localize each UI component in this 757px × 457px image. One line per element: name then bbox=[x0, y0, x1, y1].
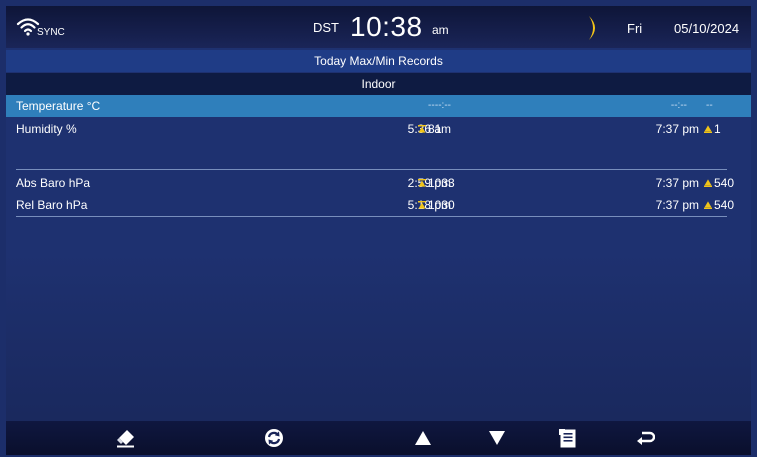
min-value: 540 bbox=[714, 176, 735, 190]
min-value: -- bbox=[706, 100, 713, 111]
clock-ampm: am bbox=[432, 23, 449, 37]
record-row-rel-baro[interactable]: Rel Baro hPa 5:18 pm 1030 7:37 pm 540 bbox=[6, 194, 751, 216]
max-value-wrap: 1030 bbox=[418, 194, 455, 216]
export-button[interactable] bbox=[557, 427, 579, 449]
sync-label: SYNC bbox=[37, 27, 65, 38]
min-time: 7:37 pm bbox=[655, 122, 699, 136]
scroll-down-button[interactable] bbox=[486, 427, 508, 449]
divider bbox=[16, 216, 727, 217]
row-label: Humidity % bbox=[16, 122, 77, 136]
max-time: --:-- bbox=[434, 100, 451, 111]
min-value-wrap: 540 bbox=[704, 194, 734, 216]
weather-console-screen: SYNC DST 10:38 am Fri 05/10/2024 Today M… bbox=[6, 6, 751, 455]
row-label: Rel Baro hPa bbox=[16, 198, 88, 212]
arrow-down-icon bbox=[489, 431, 505, 445]
eraser-icon bbox=[117, 430, 134, 448]
clock-time: 10:38 bbox=[350, 11, 423, 42]
page-title: Today Max/Min Records bbox=[6, 50, 751, 72]
row-label: Temperature °C bbox=[16, 99, 101, 113]
record-row-temperature[interactable]: Temperature °C --:-- -- --:-- -- bbox=[6, 95, 751, 117]
return-icon bbox=[637, 431, 655, 445]
divider bbox=[16, 169, 727, 170]
moon-phase-icon bbox=[589, 16, 595, 40]
min-arrow-icon bbox=[704, 179, 712, 187]
arrow-up-icon bbox=[415, 431, 431, 445]
min-value: 1 bbox=[714, 122, 721, 136]
max-arrow-icon bbox=[418, 125, 426, 133]
min-time: 7:37 pm bbox=[655, 176, 699, 190]
max-value: 81 bbox=[428, 122, 442, 136]
max-value: -- bbox=[428, 100, 435, 111]
min-value-wrap: 1 bbox=[704, 118, 721, 140]
dst-label: DST bbox=[313, 20, 339, 35]
return-button[interactable] bbox=[634, 427, 656, 449]
clear-button[interactable] bbox=[115, 427, 137, 449]
record-row-abs-baro[interactable]: Abs Baro hPa 2:59 pm 1033 7:37 pm 540 bbox=[6, 172, 751, 194]
max-arrow-icon bbox=[418, 179, 426, 187]
min-value: 540 bbox=[714, 198, 735, 212]
max-value-wrap: 81 bbox=[418, 118, 441, 140]
day-of-week: Fri bbox=[627, 21, 643, 36]
bottom-toolbar bbox=[6, 421, 751, 455]
refresh-icon bbox=[265, 429, 283, 447]
section-title: Indoor bbox=[6, 73, 751, 95]
export-icon bbox=[559, 429, 576, 448]
date-display: 05/10/2024 bbox=[674, 21, 740, 36]
min-time: 7:37 pm bbox=[655, 198, 699, 212]
max-value: 1030 bbox=[428, 198, 455, 212]
min-arrow-icon bbox=[704, 201, 712, 209]
row-label: Abs Baro hPa bbox=[16, 176, 91, 190]
max-arrow-icon bbox=[418, 201, 426, 209]
scroll-up-button[interactable] bbox=[412, 427, 434, 449]
max-value: 1033 bbox=[428, 176, 455, 190]
min-time: --:-- bbox=[670, 100, 687, 111]
max-value-wrap: 1033 bbox=[418, 172, 455, 194]
status-bar: SYNC DST 10:38 am Fri 05/10/2024 bbox=[6, 6, 751, 48]
min-value-wrap: 540 bbox=[704, 172, 734, 194]
min-arrow-icon bbox=[704, 125, 712, 133]
refresh-button[interactable] bbox=[263, 427, 285, 449]
record-row-humidity[interactable]: Humidity % 5:36 am 81 7:37 pm 1 bbox=[6, 118, 751, 140]
